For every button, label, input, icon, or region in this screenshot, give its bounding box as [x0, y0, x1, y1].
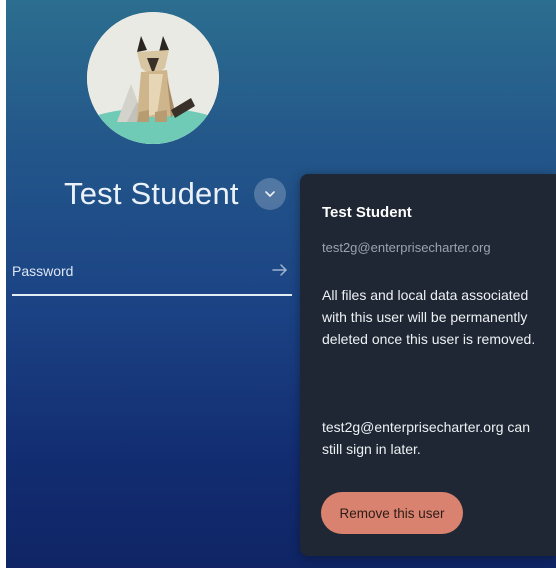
user-avatar[interactable]	[87, 12, 219, 144]
password-underline	[12, 294, 292, 296]
user-options-button[interactable]	[254, 178, 286, 210]
remove-user-card: Test Student test2g@enterprisecharter.or…	[300, 174, 556, 556]
signin-later-text: test2g@enterprisecharter.org can still s…	[322, 419, 530, 457]
user-name: Test Student	[64, 176, 239, 211]
origami-cat-avatar-icon	[87, 12, 219, 144]
chevron-down-icon	[265, 191, 275, 197]
card-user-name: Test Student	[322, 204, 412, 221]
removal-warning-text: All files and local data associated with…	[322, 287, 536, 347]
card-user-email: test2g@enterprisecharter.org	[322, 240, 491, 255]
password-input[interactable]	[12, 256, 252, 286]
remove-user-button[interactable]: Remove this user	[321, 492, 463, 534]
login-screen: Test Student Test Student test2g@enterpr…	[6, 0, 556, 568]
arrow-right-icon[interactable]	[270, 260, 290, 280]
password-field-row	[12, 256, 292, 296]
